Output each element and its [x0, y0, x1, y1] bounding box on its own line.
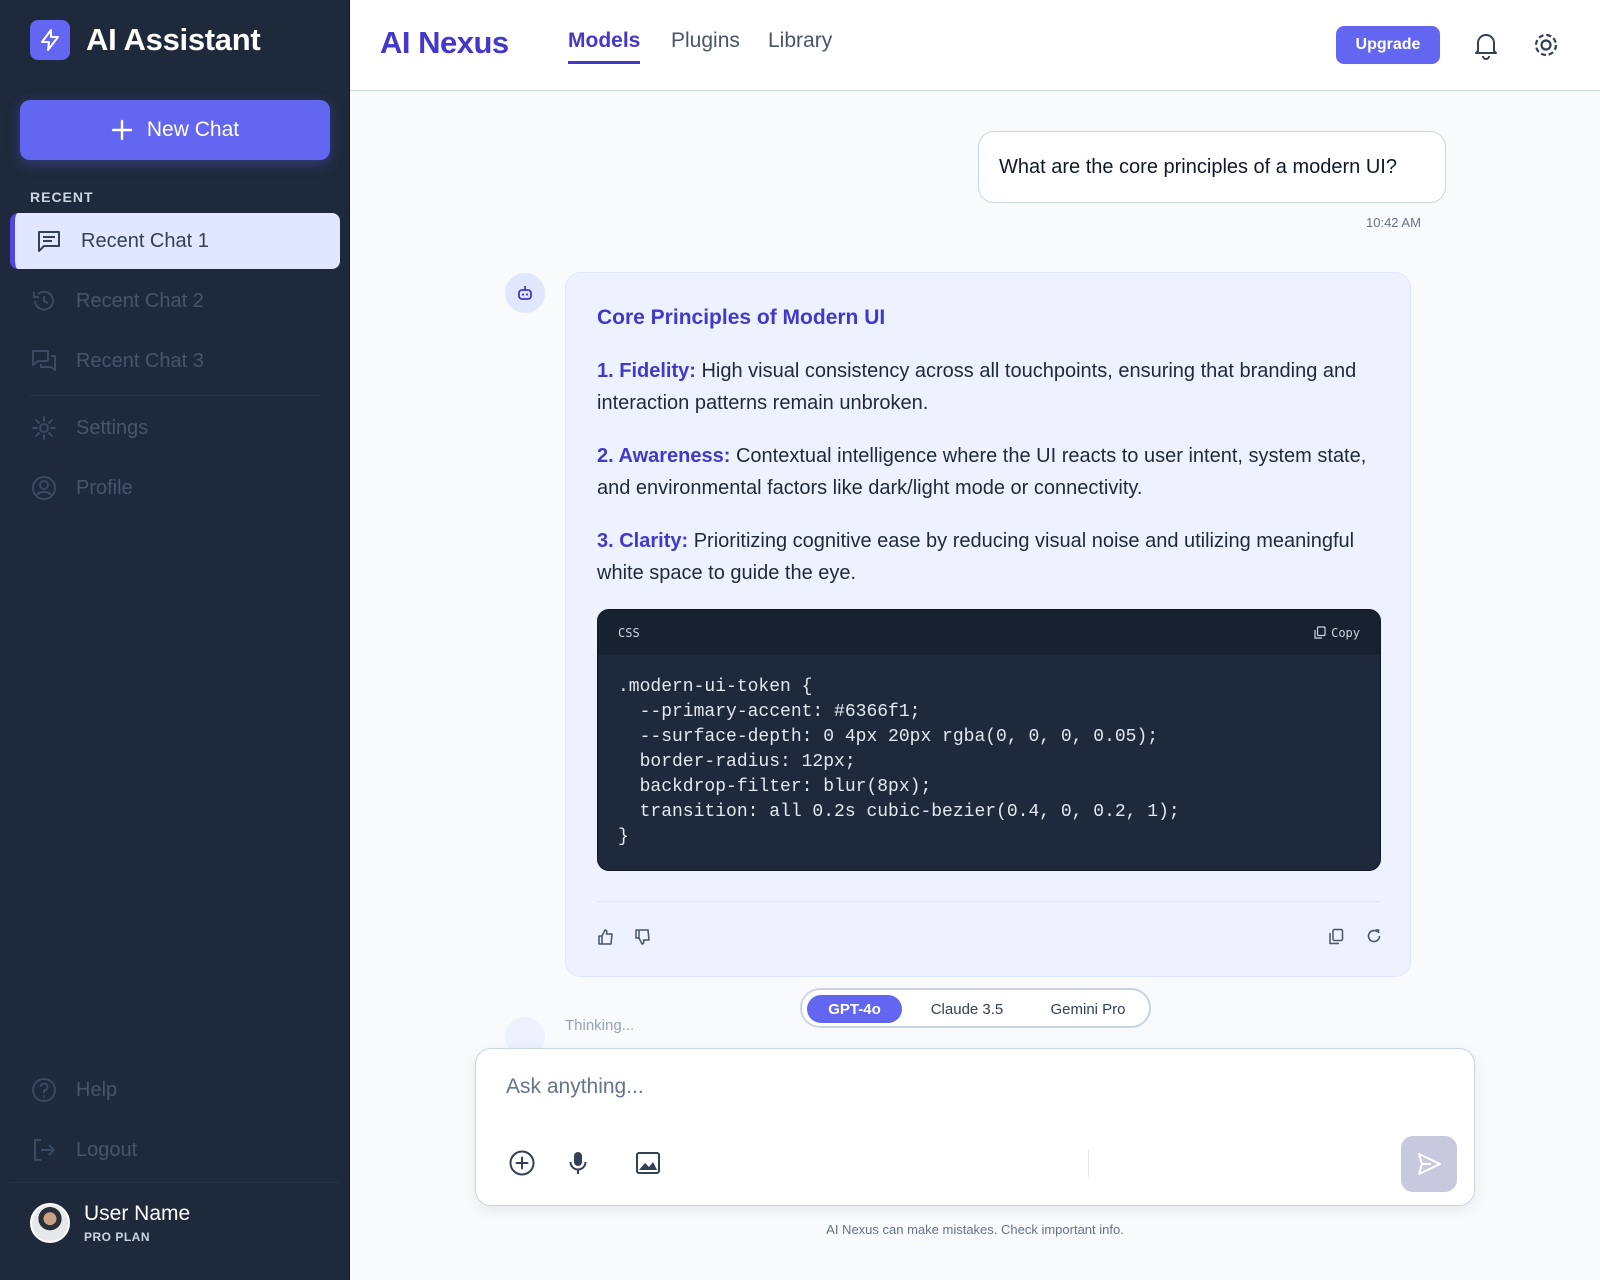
model-option-gemini-pro[interactable]: Gemini Pro [1032, 995, 1144, 1023]
user-circle-icon [32, 476, 56, 500]
copy-code-button[interactable]: Copy [1314, 626, 1360, 640]
history-icon [33, 290, 54, 311]
thumbs-up-icon[interactable] [597, 928, 615, 951]
sidebar-item-recent-chat-1[interactable]: Recent Chat 1 [10, 213, 340, 269]
help-circle-icon [32, 1078, 56, 1102]
bell-icon[interactable] [1472, 30, 1500, 65]
sidebar: AI Assistant New Chat RECENT Recent Chat… [0, 0, 350, 1280]
recent-section-label: RECENT [30, 189, 94, 205]
gear-icon [32, 416, 56, 440]
message-timestamp: 10:42 AM [1366, 215, 1421, 230]
code-block: CSS Copy .modern-ui-token { --primary-ac… [597, 609, 1381, 871]
sidebar-divider [30, 395, 320, 396]
code-content: .modern-ui-token { --primary-accent: #63… [598, 655, 1380, 850]
brand: AI Assistant [30, 20, 261, 60]
code-language: CSS [618, 625, 640, 640]
code-line: .modern-ui-token { [618, 677, 813, 697]
tab-plugins[interactable]: Plugins [671, 29, 740, 53]
sidebar-item-profile[interactable]: Profile [10, 460, 340, 516]
sidebar-item-recent-chat-2[interactable]: Recent Chat 2 [10, 273, 340, 329]
chat-bubbles-icon [32, 350, 56, 371]
sidebar-item-label: Recent Chat 2 [76, 289, 204, 312]
assistant-message-card: Core Principles of Modern UI 1. Fidelity… [565, 272, 1411, 977]
copy-response-icon[interactable] [1328, 928, 1344, 950]
sidebar-item-label: Logout [76, 1138, 138, 1161]
disclaimer: AI Nexus can make mistakes. Check import… [826, 1222, 1124, 1237]
sidebar-item-logout[interactable]: Logout [10, 1122, 340, 1178]
model-option-claude-3-5[interactable]: Claude 3.5 [912, 995, 1022, 1023]
copy-label: Copy [1331, 625, 1360, 640]
sidebar-item-recent-chat-3[interactable]: Recent Chat 3 [10, 333, 340, 389]
robot-icon [505, 273, 545, 313]
lightning-bolt-icon [30, 20, 70, 60]
card-divider [597, 901, 1381, 902]
principle-label: 3. Clarity: [597, 530, 689, 552]
principle-label: 1. Fidelity: [597, 360, 696, 382]
sidebar-item-label: Settings [76, 416, 149, 439]
copy-icon [1314, 626, 1326, 639]
code-line: border-radius: 12px; [618, 752, 856, 772]
microphone-icon[interactable] [564, 1149, 592, 1182]
model-selector: GPT-4o Claude 3.5 Gemini Pro [800, 988, 1151, 1028]
user-plan: PRO PLAN [84, 1229, 151, 1244]
code-header: CSS Copy [598, 610, 1380, 655]
send-button[interactable] [1401, 1136, 1457, 1192]
model-option-gpt-4o[interactable]: GPT-4o [807, 995, 902, 1023]
sidebar-item-label: Recent Chat 3 [76, 349, 204, 372]
add-circle-icon[interactable] [508, 1149, 536, 1182]
prompt-input[interactable] [506, 1075, 1406, 1099]
sidebar-item-label: Help [76, 1078, 118, 1101]
top-bar: AI Nexus Models Plugins Library Upgrade [350, 0, 1600, 91]
message-square-icon [38, 231, 60, 252]
avatar [30, 1202, 70, 1243]
gear-icon[interactable] [1531, 30, 1561, 65]
active-tab-indicator [568, 61, 640, 64]
principle-text: Prioritizing cognitive ease by reducing … [597, 530, 1355, 584]
regenerate-icon[interactable] [1366, 928, 1382, 949]
app-name: AI Nexus [380, 25, 509, 60]
new-chat-button[interactable]: New Chat [20, 100, 330, 160]
response-title: Core Principles of Modern UI [597, 306, 886, 329]
user-message-text: What are the core principles of a modern… [999, 155, 1397, 178]
user-message-bubble: What are the core principles of a modern… [978, 131, 1446, 203]
code-line: backdrop-filter: blur(8px); [618, 777, 932, 797]
principle-text: High visual consistency across all touch… [597, 360, 1357, 414]
tab-library[interactable]: Library [768, 29, 832, 53]
user-profile[interactable]: User Name PRO PLAN [10, 1182, 340, 1262]
principle-item: 3. Clarity: Prioritizing cognitive ease … [597, 525, 1377, 589]
image-icon[interactable] [634, 1149, 662, 1182]
tab-models[interactable]: Models [568, 29, 640, 53]
sidebar-item-label: Profile [76, 476, 133, 499]
code-line: transition: all 0.2s cubic-bezier(0.4, 0… [618, 802, 1180, 822]
new-chat-label: New Chat [146, 118, 240, 141]
sidebar-item-label: Recent Chat 1 [81, 229, 209, 252]
sidebar-item-settings[interactable]: Settings [10, 400, 340, 456]
code-line: --primary-accent: #6366f1; [618, 702, 921, 722]
upgrade-button[interactable]: Upgrade [1336, 26, 1440, 64]
composer [475, 1048, 1475, 1206]
user-name: User Name [84, 1201, 191, 1225]
plus-icon [111, 119, 133, 141]
sidebar-item-help[interactable]: Help [10, 1062, 340, 1118]
composer-separator [1088, 1149, 1089, 1177]
logout-icon [34, 1139, 55, 1161]
principle-item: 2. Awareness: Contextual intelligence wh… [597, 440, 1377, 504]
brand-title: AI Assistant [86, 22, 261, 57]
code-line: } [618, 827, 629, 847]
thinking-indicator: Thinking... [565, 1017, 635, 1034]
principle-item: 1. Fidelity: High visual consistency acr… [597, 355, 1377, 419]
thumbs-down-icon[interactable] [634, 928, 652, 951]
send-icon [1418, 1153, 1441, 1175]
code-line: --surface-depth: 0 4px 20px rgba(0, 0, 0… [618, 727, 1159, 747]
principle-label: 2. Awareness: [597, 445, 731, 467]
